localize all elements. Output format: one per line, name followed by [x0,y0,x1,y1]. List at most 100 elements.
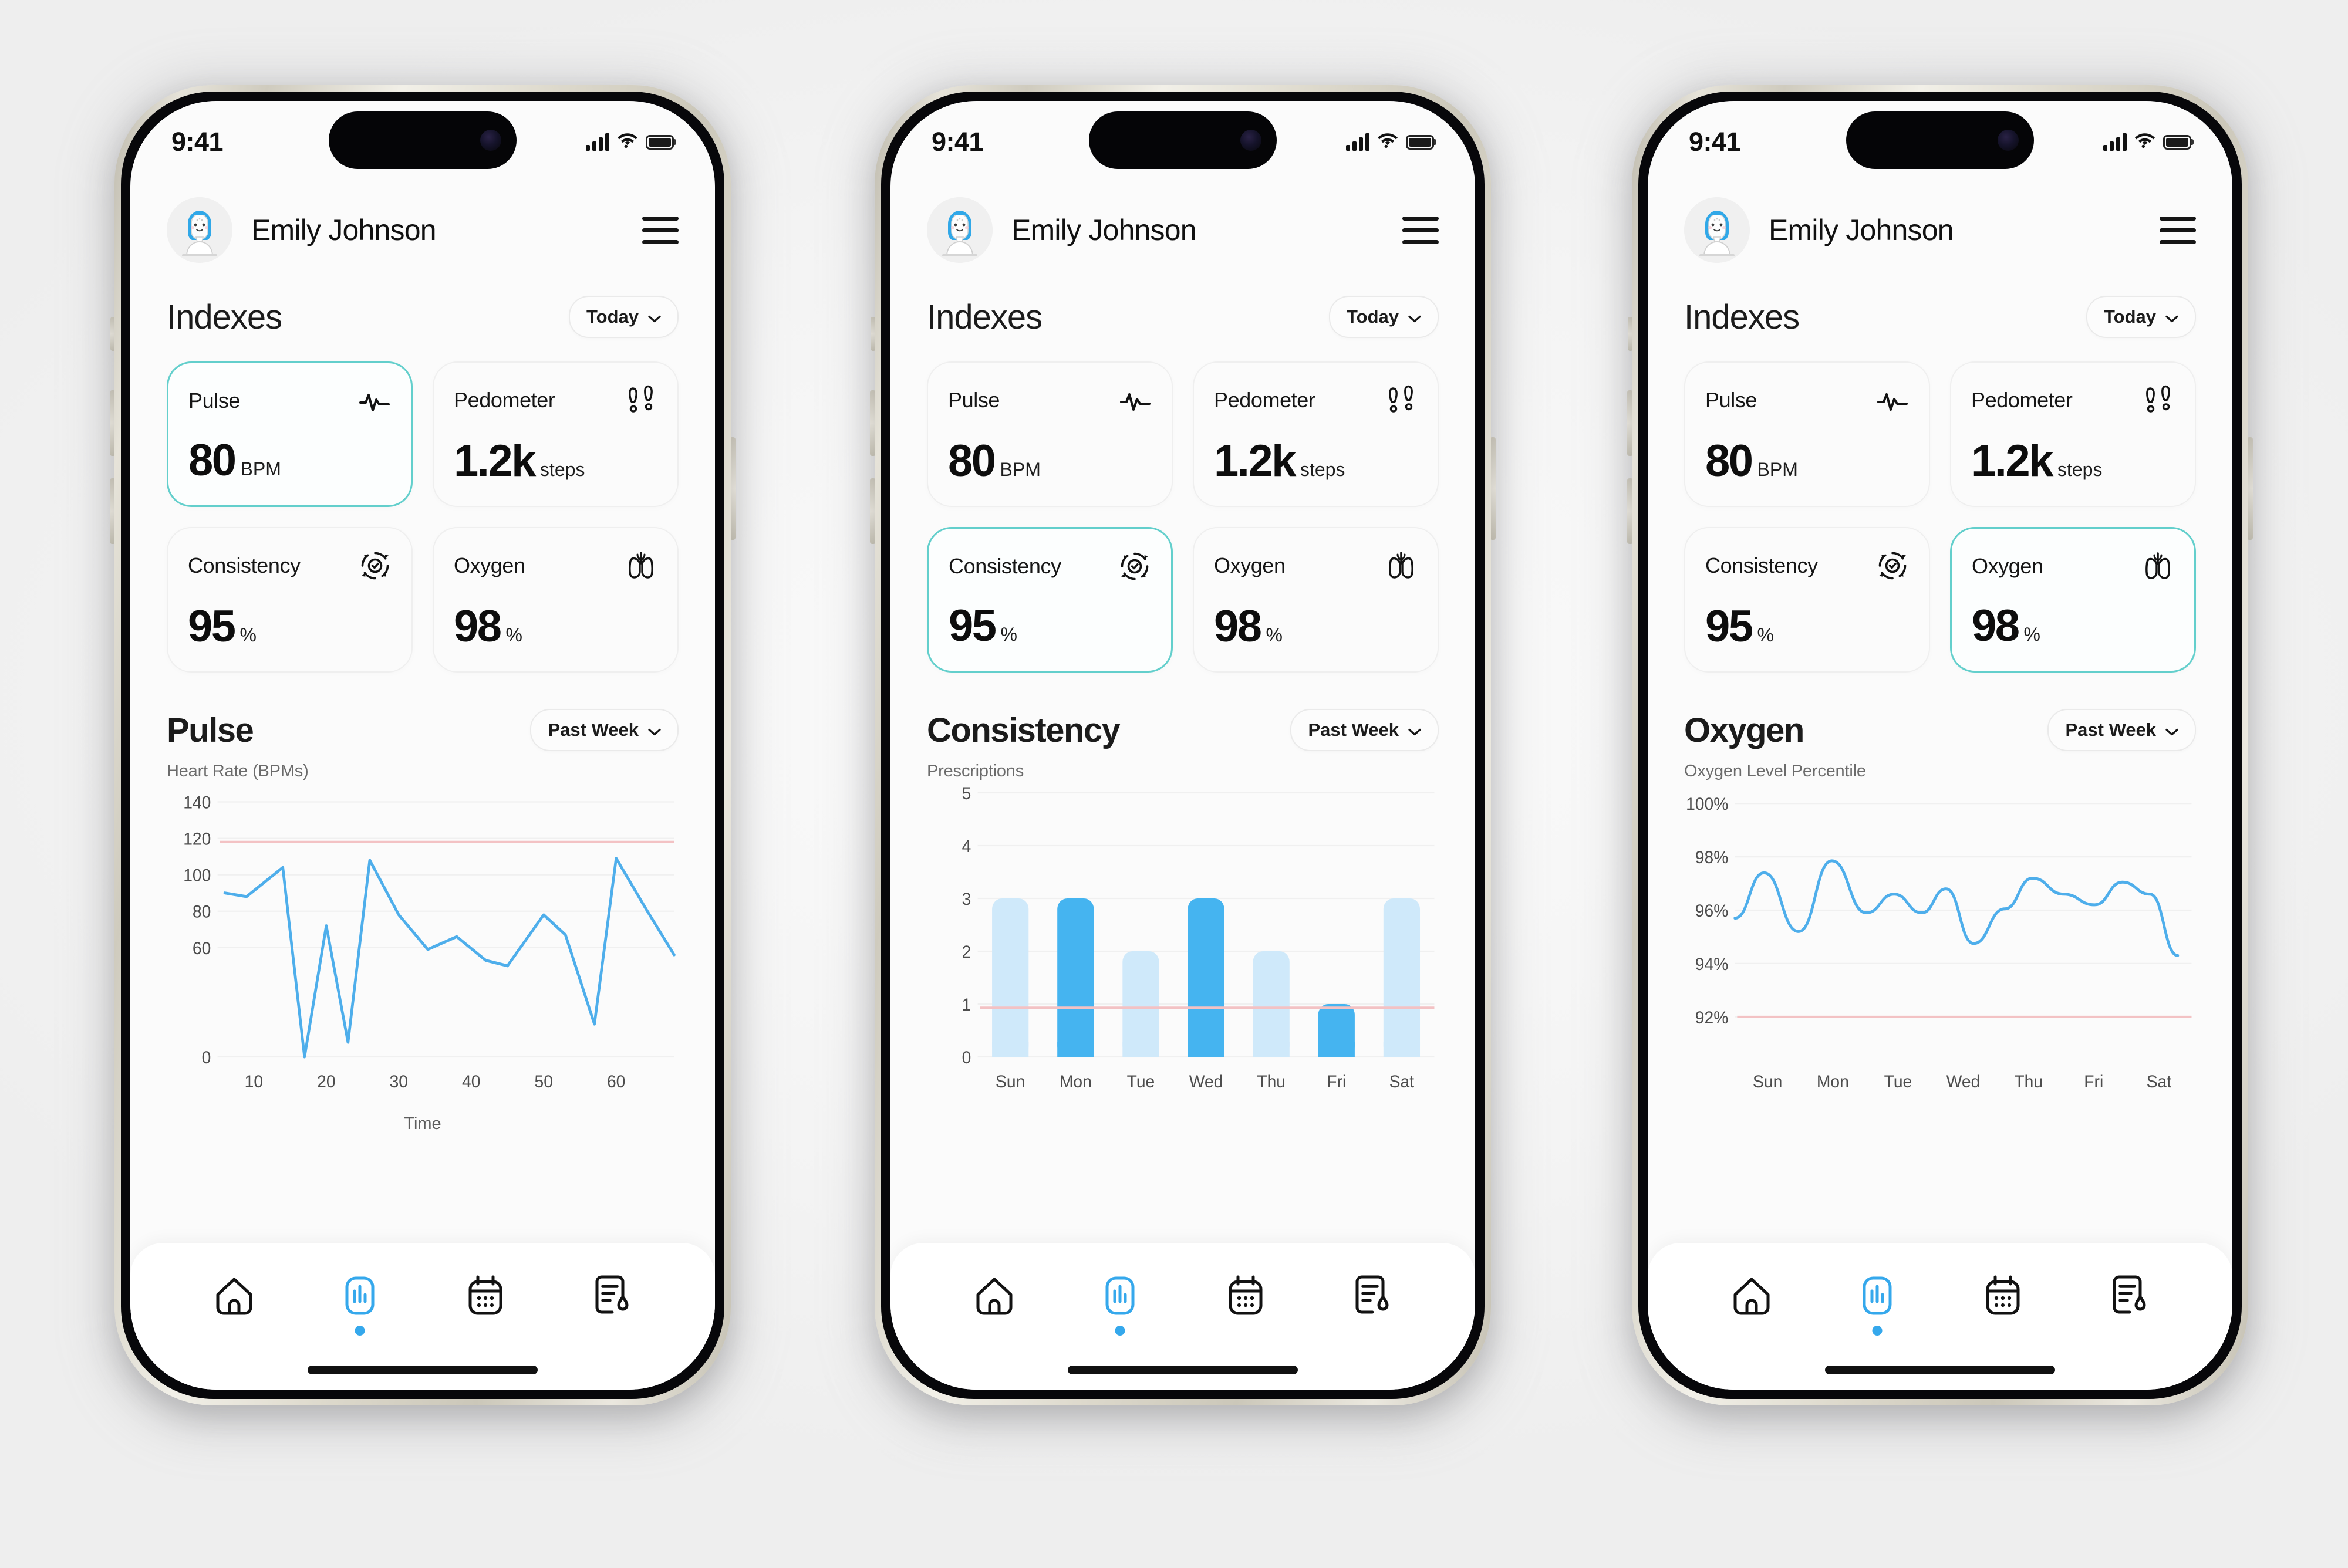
indexes-range-dropdown[interactable]: Today [569,296,679,338]
nav-prescription-note[interactable] [2104,1271,2153,1320]
svg-text:0: 0 [962,1048,971,1067]
chart-x-axis-label: Time [404,1114,441,1133]
index-card-label: Consistency [188,553,301,577]
index-card-consistency[interactable]: Consistency 95 % [927,527,1173,673]
nav-home[interactable] [1727,1271,1776,1320]
avatar[interactable] [927,197,993,263]
index-card-value: 80 [188,435,237,485]
status-bar: 9:41 [130,101,715,170]
index-card-label: Pulse [1705,388,1757,412]
index-card-oxygen[interactable]: Oxygen 98 % [433,527,679,673]
chart-range-label: Past Week [2065,719,2156,740]
chart-plot: 100%98%96%94%92%0SunMonTueWedThuFriSat [1684,785,2196,1113]
heartbeat-icon [1119,384,1152,417]
index-card-value-row: 98 % [1972,604,2174,648]
app-header: Emily Johnson [1684,195,2196,265]
index-card-header: Consistency [949,550,1151,583]
phone-screen: 9:41 Emily Johnson Indexes Today Pulse 8… [890,101,1475,1390]
home-indicator[interactable] [308,1366,538,1374]
index-card-value: 98 [1214,601,1262,651]
svg-text:100%: 100% [1686,795,1728,814]
chart-range-dropdown[interactable]: Past Week [530,709,679,751]
index-card-pedometer[interactable]: Pedometer 1.2k steps [1950,361,2196,507]
chart-title: Oxygen [1684,711,1804,749]
hamburger-menu-icon[interactable] [2160,216,2196,244]
index-card-label: Pedometer [1971,388,2073,412]
index-card-header: Pedometer [1214,384,1418,417]
index-card-label: Oxygen [1972,554,2043,578]
user-name: Emily Johnson [251,214,437,246]
indexes-title: Indexes [927,298,1043,336]
chart-range-dropdown[interactable]: Past Week [2047,709,2196,751]
nav-calendar[interactable] [461,1271,510,1320]
nav-chart-bar[interactable] [335,1271,384,1336]
svg-text:98%: 98% [1695,848,1729,867]
svg-text:5: 5 [962,785,971,803]
index-card-header: Pedometer [454,384,657,417]
hamburger-menu-icon[interactable] [1402,216,1439,244]
avatar[interactable] [167,197,232,263]
svg-text:120: 120 [183,830,211,849]
hamburger-menu-icon[interactable] [642,216,679,244]
index-card-header: Oxygen [1214,549,1418,582]
nav-chart-bar[interactable] [1853,1271,1902,1336]
nav-home[interactable] [210,1271,259,1320]
home-indicator[interactable] [1825,1366,2055,1374]
index-card-value: 95 [1705,601,1753,651]
index-card-unit: % [1266,624,1283,646]
lungs-icon [625,549,657,582]
chart-y-axis-label: Heart Rate (BPMs) [167,762,309,780]
index-card-pedometer[interactable]: Pedometer 1.2k steps [1193,361,1439,507]
home-indicator[interactable] [1068,1366,1298,1374]
footsteps-icon [2142,384,2175,417]
index-card-header: Pulse [188,384,391,417]
index-card-value-row: 95 % [949,604,1151,648]
nav-home[interactable] [970,1271,1019,1320]
index-card-label: Pulse [948,388,1000,412]
avatar[interactable] [1684,197,1750,263]
index-card-label: Consistency [1705,553,1818,577]
nav-calendar[interactable] [1221,1271,1270,1320]
svg-text:40: 40 [462,1072,480,1091]
dynamic-island [1846,111,2034,169]
index-card-consistency[interactable]: Consistency 95 % [1684,527,1930,673]
index-card-pulse[interactable]: Pulse 80 BPM [927,361,1173,507]
index-card-value: 1.2k [454,436,536,486]
index-card-unit: steps [539,459,585,480]
index-card-unit: BPM [1000,459,1041,480]
index-card-unit: % [2023,624,2040,645]
nav-calendar[interactable] [1978,1271,2027,1320]
index-card-value: 95 [949,601,997,651]
nav-active-dot [1115,1326,1125,1336]
index-card-value-row: 80 BPM [948,439,1152,484]
index-card-consistency[interactable]: Consistency 95 % [167,527,413,673]
indexes-range-dropdown[interactable]: Today [1329,296,1439,338]
nav-chart-bar[interactable] [1095,1271,1145,1336]
index-card-oxygen[interactable]: Oxygen 98 % [1193,527,1439,673]
svg-text:4: 4 [962,837,971,856]
index-card-value-row: 95 % [1705,604,1909,649]
svg-text:3: 3 [962,890,971,909]
indexes-range-dropdown[interactable]: Today [2086,296,2196,338]
nav-prescription-note[interactable] [1347,1271,1396,1320]
index-card-value: 80 [948,436,996,486]
nav-prescription-note[interactable] [586,1271,636,1320]
index-card-value-row: 1.2k steps [1971,439,2175,484]
indexes-title: Indexes [167,298,282,336]
index-card-unit: steps [2057,459,2103,480]
wifi-icon [2135,133,2155,151]
chevron-down-icon [2165,306,2178,327]
svg-text:20: 20 [317,1072,335,1091]
index-card-pedometer[interactable]: Pedometer 1.2k steps [433,361,679,507]
dynamic-island [329,111,517,169]
chart-range-dropdown[interactable]: Past Week [1290,709,1439,751]
chart-y-axis-label: Prescriptions [927,762,1024,780]
index-card-value: 1.2k [1971,436,2053,486]
battery-icon [1406,134,1434,150]
svg-text:Thu: Thu [2014,1072,2043,1091]
index-card-value-row: 95 % [188,604,392,649]
index-card-pulse[interactable]: Pulse 80 BPM [1684,361,1930,507]
heartbeat-icon [1876,384,1909,417]
index-card-pulse[interactable]: Pulse 80 BPM [167,361,413,507]
index-card-oxygen[interactable]: Oxygen 98 % [1950,527,2196,673]
